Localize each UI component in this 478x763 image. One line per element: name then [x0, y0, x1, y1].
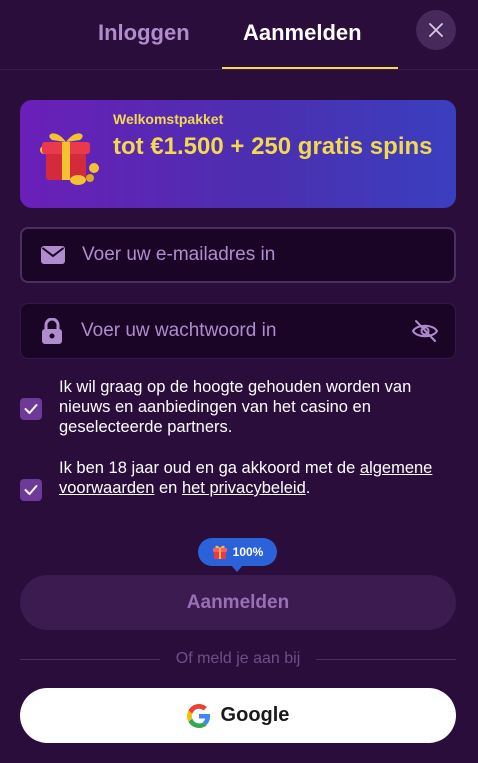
tab-register[interactable]: Aanmelden — [243, 20, 362, 46]
tab-login[interactable]: Inloggen — [98, 20, 190, 46]
terms-consent: Ik ben 18 jaar oud en ga akkoord met de … — [20, 458, 456, 520]
divider-text: Of meld je aan bij — [175, 650, 301, 667]
terms-consent-text: Ik ben 18 jaar oud en ga akkoord met de … — [59, 458, 459, 498]
active-tab-indicator — [222, 67, 398, 69]
banner-title: tot €1.500 + 250 gratis spins — [113, 133, 433, 160]
checkmark-icon — [24, 485, 38, 495]
privacy-link[interactable]: het privacybeleid — [182, 479, 306, 497]
newsletter-consent: Ik wil graag op de hoogte gehouden worde… — [20, 377, 456, 439]
newsletter-checkbox[interactable] — [20, 398, 42, 420]
terms-text-middle: en — [158, 479, 178, 497]
checkmark-icon — [24, 404, 38, 414]
close-button[interactable] — [416, 10, 456, 50]
toggle-password-visibility[interactable] — [409, 315, 441, 347]
gift-icon — [212, 545, 227, 559]
terms-text-after: . — [305, 479, 311, 497]
progress-badge-value: 100% — [232, 545, 264, 559]
banner-subtitle: Welkomstpakket — [113, 111, 224, 127]
password-input[interactable] — [81, 304, 409, 358]
google-label: Google — [220, 704, 290, 726]
email-field[interactable] — [20, 227, 456, 283]
close-icon — [429, 23, 443, 37]
eye-hidden-icon — [411, 320, 439, 342]
gift-icon — [40, 133, 99, 185]
welcome-bonus-banner: Welkomstpakket tot €1.500 + 250 gratis s… — [20, 100, 456, 208]
lock-icon — [39, 318, 65, 344]
google-logo-icon — [186, 703, 210, 728]
terms-text-before: Ik ben 18 jaar oud en ga akkoord met de — [59, 459, 356, 477]
register-submit-button[interactable]: Aanmelden — [20, 575, 456, 630]
divider-line — [316, 658, 457, 660]
google-signup-button[interactable]: Google — [20, 688, 456, 743]
social-divider: Of meld je aan bij — [20, 649, 457, 669]
email-input[interactable] — [82, 229, 454, 281]
progress-badge: 100% — [198, 538, 277, 572]
divider-line — [20, 658, 160, 660]
auth-header: Inloggen Aanmelden — [0, 0, 478, 70]
newsletter-consent-text: Ik wil graag op de hoogte gehouden worde… — [59, 378, 412, 436]
envelope-icon — [40, 242, 66, 268]
terms-checkbox[interactable] — [20, 479, 42, 501]
password-field[interactable] — [20, 303, 456, 359]
